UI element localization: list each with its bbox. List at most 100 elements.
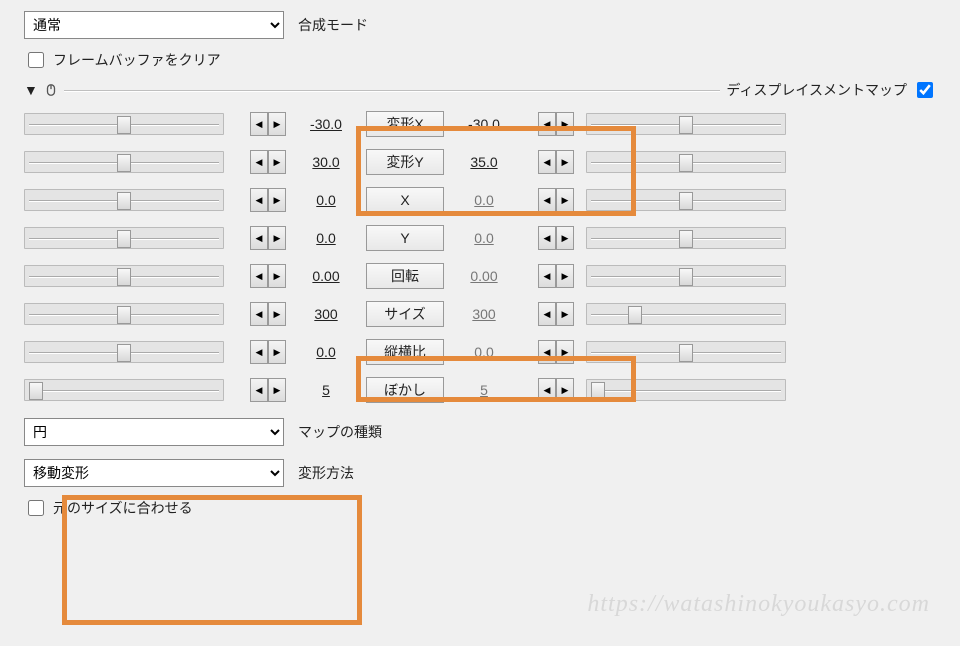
spin-right-icon[interactable]: ▶ <box>556 150 574 174</box>
map-type-select[interactable]: 円 <box>24 418 284 446</box>
spin-right-icon[interactable]: ▶ <box>268 340 286 364</box>
param-right-value[interactable]: -30.0 <box>456 116 512 132</box>
watermark: https://watashinokyoukasyo.com <box>587 591 930 618</box>
deform-method-select[interactable]: 移動変形 <box>24 459 284 487</box>
param-right-spin[interactable]: ◀▶ <box>538 226 574 250</box>
spin-right-icon[interactable]: ▶ <box>268 188 286 212</box>
param-right-value[interactable]: 0.0 <box>456 344 512 360</box>
param-left-spin[interactable]: ◀▶ <box>250 112 286 136</box>
param-left-slider[interactable] <box>24 265 224 287</box>
param-left-slider[interactable] <box>24 189 224 211</box>
blend-mode-row: 通常 合成モード <box>24 8 936 41</box>
param-right-spin[interactable]: ◀▶ <box>538 340 574 364</box>
spin-left-icon[interactable]: ◀ <box>538 112 556 136</box>
param-left-slider[interactable] <box>24 303 224 325</box>
param-label-button[interactable]: ぼかし <box>366 377 444 403</box>
param-left-slider[interactable] <box>24 227 224 249</box>
param-left-spin[interactable]: ◀▶ <box>250 188 286 212</box>
param-left-value[interactable]: 0.0 <box>298 344 354 360</box>
param-left-value[interactable]: 0.0 <box>298 192 354 208</box>
param-row-7: ◀▶5ぼかし5◀▶ <box>24 377 936 403</box>
spin-left-icon[interactable]: ◀ <box>538 150 556 174</box>
spin-left-icon[interactable]: ◀ <box>250 188 268 212</box>
param-left-value[interactable]: 300 <box>298 306 354 322</box>
param-right-slider[interactable] <box>586 113 786 135</box>
spin-left-icon[interactable]: ◀ <box>538 188 556 212</box>
spin-right-icon[interactable]: ▶ <box>268 264 286 288</box>
param-label-button[interactable]: X <box>366 187 444 213</box>
param-left-value[interactable]: 0.00 <box>298 268 354 284</box>
param-left-slider[interactable] <box>24 341 224 363</box>
param-label-button[interactable]: 変形X <box>366 111 444 137</box>
param-right-spin[interactable]: ◀▶ <box>538 112 574 136</box>
param-right-slider[interactable] <box>586 303 786 325</box>
param-row-1: ◀▶30.0変形Y35.0◀▶ <box>24 149 936 175</box>
param-left-value[interactable]: 5 <box>298 382 354 398</box>
param-left-spin[interactable]: ◀▶ <box>250 226 286 250</box>
spin-left-icon[interactable]: ◀ <box>250 264 268 288</box>
spin-right-icon[interactable]: ▶ <box>556 188 574 212</box>
spin-right-icon[interactable]: ▶ <box>268 378 286 402</box>
spin-left-icon[interactable]: ◀ <box>538 340 556 364</box>
param-label-button[interactable]: Y <box>366 225 444 251</box>
spin-left-icon[interactable]: ◀ <box>538 226 556 250</box>
param-label-button[interactable]: 回転 <box>366 263 444 289</box>
param-right-slider[interactable] <box>586 265 786 287</box>
fit-original-checkbox[interactable] <box>28 500 44 516</box>
spin-left-icon[interactable]: ◀ <box>538 378 556 402</box>
section-enable-checkbox[interactable] <box>917 82 933 98</box>
param-label-button[interactable]: 縦横比 <box>366 339 444 365</box>
mouse-icon <box>44 83 58 97</box>
spin-right-icon[interactable]: ▶ <box>556 226 574 250</box>
param-left-spin[interactable]: ◀▶ <box>250 264 286 288</box>
param-right-value[interactable]: 5 <box>456 382 512 398</box>
spin-right-icon[interactable]: ▶ <box>556 340 574 364</box>
spin-left-icon[interactable]: ◀ <box>250 112 268 136</box>
param-right-value[interactable]: 35.0 <box>456 154 512 170</box>
param-right-spin[interactable]: ◀▶ <box>538 188 574 212</box>
param-right-spin[interactable]: ◀▶ <box>538 302 574 326</box>
param-left-value[interactable]: 30.0 <box>298 154 354 170</box>
param-left-value[interactable]: 0.0 <box>298 230 354 246</box>
spin-right-icon[interactable]: ▶ <box>268 150 286 174</box>
spin-left-icon[interactable]: ◀ <box>250 226 268 250</box>
spin-left-icon[interactable]: ◀ <box>538 302 556 326</box>
param-right-slider[interactable] <box>586 379 786 401</box>
param-right-spin[interactable]: ◀▶ <box>538 264 574 288</box>
param-left-slider[interactable] <box>24 113 224 135</box>
spin-right-icon[interactable]: ▶ <box>556 302 574 326</box>
blend-mode-select[interactable]: 通常 <box>24 11 284 39</box>
disclosure-triangle-icon[interactable]: ▼ <box>24 82 38 98</box>
param-left-spin[interactable]: ◀▶ <box>250 340 286 364</box>
spin-right-icon[interactable]: ▶ <box>556 378 574 402</box>
spin-right-icon[interactable]: ▶ <box>556 112 574 136</box>
param-right-value[interactable]: 0.00 <box>456 268 512 284</box>
param-right-spin[interactable]: ◀▶ <box>538 378 574 402</box>
clear-framebuffer-checkbox[interactable] <box>28 52 44 68</box>
param-label-button[interactable]: 変形Y <box>366 149 444 175</box>
spin-right-icon[interactable]: ▶ <box>268 226 286 250</box>
param-right-value[interactable]: 300 <box>456 306 512 322</box>
param-right-value[interactable]: 0.0 <box>456 192 512 208</box>
param-right-slider[interactable] <box>586 189 786 211</box>
spin-right-icon[interactable]: ▶ <box>268 112 286 136</box>
spin-right-icon[interactable]: ▶ <box>268 302 286 326</box>
param-right-slider[interactable] <box>586 341 786 363</box>
param-left-spin[interactable]: ◀▶ <box>250 150 286 174</box>
param-right-slider[interactable] <box>586 151 786 173</box>
param-right-slider[interactable] <box>586 227 786 249</box>
param-right-spin[interactable]: ◀▶ <box>538 150 574 174</box>
spin-left-icon[interactable]: ◀ <box>250 150 268 174</box>
param-right-value[interactable]: 0.0 <box>456 230 512 246</box>
spin-left-icon[interactable]: ◀ <box>250 340 268 364</box>
param-label-button[interactable]: サイズ <box>366 301 444 327</box>
spin-left-icon[interactable]: ◀ <box>250 302 268 326</box>
param-left-slider[interactable] <box>24 379 224 401</box>
param-left-spin[interactable]: ◀▶ <box>250 302 286 326</box>
param-left-value[interactable]: -30.0 <box>298 116 354 132</box>
spin-left-icon[interactable]: ◀ <box>538 264 556 288</box>
spin-left-icon[interactable]: ◀ <box>250 378 268 402</box>
param-left-slider[interactable] <box>24 151 224 173</box>
spin-right-icon[interactable]: ▶ <box>556 264 574 288</box>
param-left-spin[interactable]: ◀▶ <box>250 378 286 402</box>
